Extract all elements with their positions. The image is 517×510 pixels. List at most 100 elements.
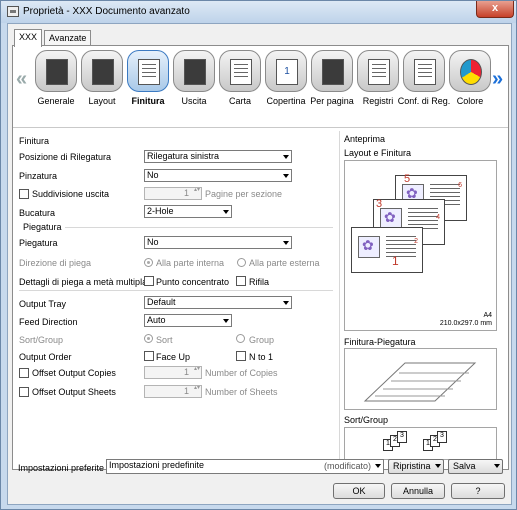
bucatura-label: Bucatura <box>19 208 56 218</box>
piegatura-section-title: Piegatura <box>23 222 62 232</box>
sheets-stepper[interactable]: 1 <box>144 385 202 398</box>
esterna-radio[interactable] <box>237 258 246 267</box>
group-radio[interactable] <box>236 334 245 343</box>
punto-checkbox[interactable] <box>144 276 154 286</box>
piegatura-select[interactable]: No <box>144 236 292 249</box>
finitura-section-title: Finitura <box>19 136 50 146</box>
output-order-label: Output Order <box>19 352 72 362</box>
anteprima-title: Anteprima <box>344 134 386 144</box>
face-up-checkbox[interactable] <box>144 351 154 361</box>
offset-copies-label: Offset Output Copies <box>32 368 116 378</box>
punto-label: Punto concentrato <box>156 277 230 287</box>
uscita-icon <box>184 59 206 85</box>
scroll-left-icon[interactable]: « <box>16 68 27 91</box>
registri-icon <box>368 59 390 85</box>
suddivisione-label: Suddivisione uscita <box>32 189 110 199</box>
chevron-down-icon <box>223 210 229 214</box>
output-tray-select[interactable]: Default <box>144 296 292 309</box>
per-pagina-icon <box>322 59 344 85</box>
rifila-checkbox[interactable] <box>236 276 246 286</box>
chevron-down-icon <box>283 301 289 305</box>
interna-radio[interactable] <box>144 258 153 267</box>
preview-page: 1 2 <box>351 227 423 273</box>
pagine-label: Pagine per sezione <box>205 189 283 199</box>
category-conf-reg[interactable]: Conf. di Reg. <box>398 50 450 126</box>
piegatura-label: Piegatura <box>19 238 58 248</box>
pagine-stepper[interactable]: 1 <box>144 187 202 200</box>
tab-panel: « » Generale Layout Finitura Uscita Cart… <box>12 45 509 470</box>
copertina-icon: 1 <box>276 59 298 85</box>
posizione-label: Posizione di Rilegatura <box>19 152 112 162</box>
tab-xxx[interactable]: XXX <box>14 29 43 47</box>
layout-finitura-label: Layout e Finitura <box>344 148 412 158</box>
category-colore[interactable]: Colore <box>447 50 493 126</box>
properties-window: Proprietà - XXX Documento avanzato x XXX… <box>0 0 517 510</box>
offset-copies-checkbox[interactable] <box>19 368 29 378</box>
category-registri[interactable]: Registri <box>355 50 401 126</box>
layout-preview: 5 6 3 4 1 2 A4 210.0x297.0 mm <box>344 160 497 331</box>
scroll-right-icon[interactable]: » <box>492 68 503 91</box>
group-label: Group <box>249 335 275 345</box>
category-carta[interactable]: Carta <box>217 50 263 126</box>
piegatura-divider <box>65 227 333 228</box>
sort-preview-label: Sort/Group <box>344 415 389 425</box>
copies-unit-label: Number of Copies <box>205 368 278 378</box>
preferite-label: Impostazioni preferite <box>18 463 105 473</box>
fold-preview <box>344 348 497 410</box>
finitura-icon <box>138 59 160 85</box>
sort-radio[interactable] <box>144 334 153 343</box>
category-finitura[interactable]: Finitura <box>125 50 171 126</box>
offset-sheets-checkbox[interactable] <box>19 387 29 397</box>
ok-button[interactable]: OK <box>333 483 385 499</box>
close-button[interactable]: x <box>476 1 514 18</box>
dialog-client: XXX Avanzate « » Generale Layout Finitur… <box>7 23 512 505</box>
generale-icon <box>46 59 68 85</box>
sort-label: Sort <box>156 335 173 345</box>
fold-preview-label: Finitura-Piegatura <box>344 337 416 347</box>
n-to-1-checkbox[interactable] <box>236 351 246 361</box>
category-copertina[interactable]: 1 Copertina <box>263 50 309 126</box>
help-button[interactable]: ? <box>451 483 505 499</box>
salva-button[interactable]: Salva <box>448 459 503 474</box>
dettagli-label: Dettagli di piega a metà multipla <box>19 277 148 287</box>
copies-stepper[interactable]: 1 <box>144 366 202 379</box>
esterna-label: Alla parte esterna <box>249 258 320 268</box>
chevron-down-icon <box>283 174 289 178</box>
sheets-unit-label: Number of Sheets <box>205 387 278 397</box>
carta-icon <box>230 59 252 85</box>
chevron-down-icon <box>283 241 289 245</box>
direzione-label: Direzione di piega <box>19 258 92 268</box>
chevron-down-icon <box>375 464 381 468</box>
feed-direction-label: Feed Direction <box>19 317 78 327</box>
category-generale[interactable]: Generale <box>33 50 79 126</box>
category-per-pagina[interactable]: Per pagina <box>309 50 355 126</box>
rifila-label: Rifila <box>249 277 270 287</box>
chevron-down-icon <box>223 319 229 323</box>
chevron-down-icon <box>435 464 441 468</box>
bucatura-select[interactable]: 2-Hole <box>144 205 232 218</box>
preferite-select[interactable]: Impostazioni predefinite (modificato) <box>106 459 384 474</box>
category-layout[interactable]: Layout <box>79 50 125 126</box>
colore-icon <box>460 59 482 85</box>
pane-divider <box>339 131 340 466</box>
layout-icon <box>92 59 114 85</box>
ripristina-button[interactable]: Ripristina <box>388 459 444 474</box>
chevron-down-icon <box>494 464 500 468</box>
category-uscita[interactable]: Uscita <box>171 50 217 126</box>
n-to-1-label: N to 1 <box>249 352 274 362</box>
feed-direction-select[interactable]: Auto <box>144 314 232 327</box>
pinzatura-select[interactable]: No <box>144 169 292 182</box>
output-tray-label: Output Tray <box>19 299 67 309</box>
posizione-select[interactable]: Rilegatura sinistra <box>144 150 292 163</box>
title-bar[interactable]: Proprietà - XXX Documento avanzato x <box>1 1 516 23</box>
annulla-button[interactable]: Annulla <box>391 483 445 499</box>
window-title: Proprietà - XXX Documento avanzato <box>23 6 190 17</box>
interna-label: Alla parte interna <box>156 258 225 268</box>
printer-icon <box>7 6 19 17</box>
offset-sheets-label: Offset Output Sheets <box>32 387 116 397</box>
suddivisione-checkbox[interactable] <box>19 189 29 199</box>
paper-size-label: A4 <box>483 312 492 319</box>
sortgroup-label: Sort/Group <box>19 335 64 345</box>
tab-avanzate[interactable]: Avanzate <box>44 30 92 46</box>
pinzatura-label: Pinzatura <box>19 171 58 181</box>
